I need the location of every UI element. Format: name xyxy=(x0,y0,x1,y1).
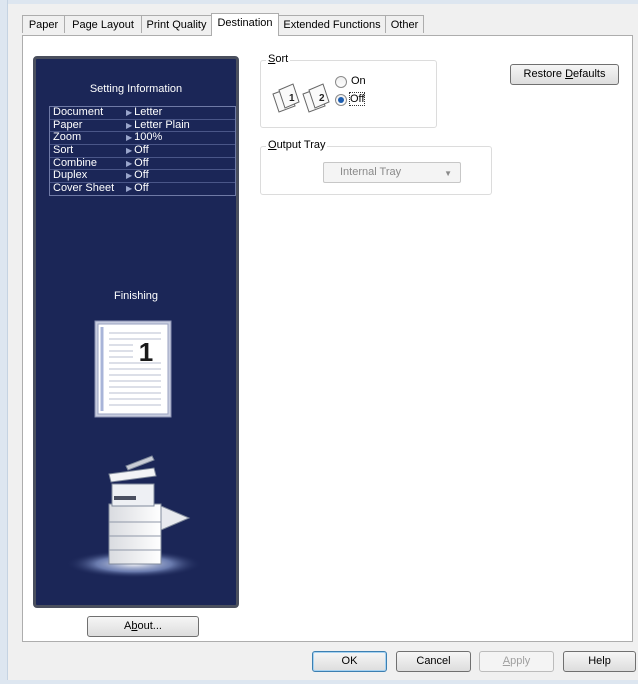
arrow-icon: ▶ xyxy=(126,171,133,181)
sort-off-radio[interactable] xyxy=(335,94,347,106)
svg-text:1: 1 xyxy=(289,93,295,104)
output-tray-group: Output Tray Internal Tray ▼ xyxy=(260,139,492,195)
arrow-icon: ▶ xyxy=(126,133,133,143)
apply-button[interactable]: Apply xyxy=(479,651,554,672)
output-tray-select[interactable]: Internal Tray ▼ xyxy=(323,162,461,183)
destination-panel: Setting Information Document ▶ Letter Pap… xyxy=(22,35,633,642)
arrow-icon: ▶ xyxy=(126,108,133,117)
sort-group-label: Sort xyxy=(266,53,291,65)
printer-illustration-icon xyxy=(66,455,202,578)
ok-button[interactable]: OK xyxy=(312,651,387,672)
sort-on-radio[interactable] xyxy=(335,76,347,88)
setting-information-panel: Setting Information Document ▶ Letter Pap… xyxy=(33,56,239,608)
sort-group: Sort 1 2 On Off xyxy=(260,53,437,128)
svg-text:1: 1 xyxy=(139,337,153,367)
info-value: ▶ Off xyxy=(126,182,149,195)
finishing-page-preview-icon: 1 xyxy=(94,320,172,418)
sort-on-label[interactable]: On xyxy=(351,75,366,87)
info-value: ▶ Letter xyxy=(126,106,163,118)
info-key: Duplex xyxy=(53,169,88,182)
restore-defaults-button[interactable]: Restore Defaults xyxy=(510,64,619,85)
arrow-icon: ▶ xyxy=(126,158,133,168)
cancel-button[interactable]: Cancel xyxy=(396,651,471,672)
sort-collate-icon: 1 2 xyxy=(272,83,330,113)
output-tray-group-label: Output Tray xyxy=(266,139,328,151)
info-key: Zoom xyxy=(53,131,82,144)
output-tray-select-value: Internal Tray xyxy=(340,166,402,178)
info-value: ▶ 100% xyxy=(126,131,163,144)
arrow-icon: ▶ xyxy=(126,120,133,130)
help-button[interactable]: Help xyxy=(563,651,636,672)
info-key: Cover Sheet xyxy=(53,182,115,195)
info-value: ▶ Off xyxy=(126,156,149,169)
window-left-edge xyxy=(0,0,8,684)
chevron-down-icon: ▼ xyxy=(444,169,452,178)
info-key: Paper xyxy=(53,118,83,131)
arrow-icon: ▶ xyxy=(126,184,133,194)
tab-paper[interactable]: Paper xyxy=(22,15,65,33)
svg-text:2: 2 xyxy=(319,93,325,104)
tab-page-layout[interactable]: Page Layout xyxy=(64,15,142,33)
about-button[interactable]: About... xyxy=(87,616,199,637)
setting-information-title: Setting Information xyxy=(89,83,183,95)
tab-extended-functions[interactable]: Extended Functions xyxy=(278,15,386,33)
info-key: Sort xyxy=(53,144,74,157)
info-key: Document xyxy=(53,106,104,118)
setting-information-table: Document ▶ Letter Paper ▶ Letter Plain Zoo… xyxy=(49,106,236,196)
window-bottom-edge xyxy=(7,680,638,684)
info-value: ▶ Off xyxy=(126,144,149,157)
info-value: ▶ Letter Plain xyxy=(126,118,190,131)
window-top-edge xyxy=(0,0,638,4)
sort-off-label[interactable]: Off xyxy=(348,92,366,106)
info-value: ▶ Off xyxy=(126,169,149,182)
tab-destination[interactable]: Destination xyxy=(211,13,279,36)
arrow-icon: ▶ xyxy=(126,146,133,156)
tab-other[interactable]: Other xyxy=(385,15,424,33)
info-key: Combine xyxy=(53,156,98,169)
finishing-title: Finishing xyxy=(113,290,159,302)
info-row-cover-sheet: Cover Sheet ▶ Off xyxy=(50,183,235,195)
tab-print-quality[interactable]: Print Quality xyxy=(141,15,212,33)
